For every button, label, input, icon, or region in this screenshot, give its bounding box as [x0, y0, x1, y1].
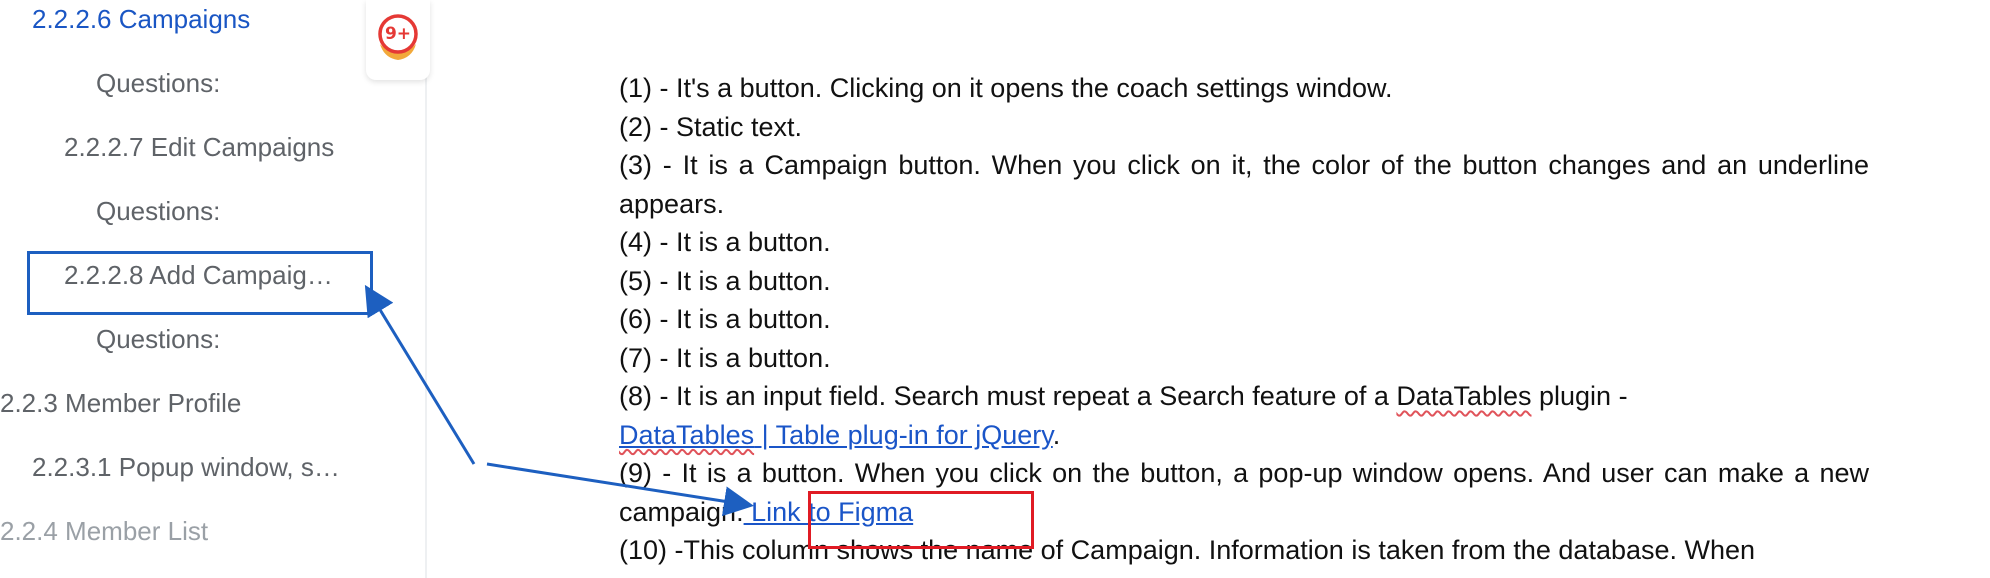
doc-line-2: (2) - Static text.	[619, 111, 803, 142]
doc-line-1: (1) - It's a button. Clicking on it open…	[619, 73, 1393, 103]
outline-item-edit-campaigns[interactable]: 2.2.2.7 Edit Campaigns	[64, 131, 334, 163]
doc-line-4: (4) - It is a button.	[619, 227, 831, 257]
figma-link-highlight-box	[808, 491, 1034, 549]
outline-highlight-box	[27, 251, 373, 315]
datatables-link-term[interactable]: DataTables	[619, 420, 754, 450]
doc-line-8-link-line: DataTables | Table plug-in for jQuery.	[619, 416, 1869, 455]
doc-line-8-suffix: plugin -	[1531, 381, 1628, 411]
doc-line-7: (7) - It is a button.	[619, 342, 831, 373]
document-outline: 2.2.2.6 Campaigns Questions: 2.2.2.7 Edi…	[0, 0, 425, 578]
notification-button[interactable]: 9+	[366, 0, 430, 80]
outline-item-questions[interactable]: Questions:	[96, 323, 220, 355]
document-body: (1) - It's a button. Clicking on it open…	[619, 69, 1869, 570]
outline-item-campaigns[interactable]: 2.2.2.6 Campaigns	[32, 3, 250, 35]
document-page: 2.2.2.6 Campaigns Questions: 2.2.2.7 Edi…	[0, 0, 1990, 578]
doc-line-6: (6) - It is a button.	[619, 304, 831, 334]
datatables-link[interactable]: DataTables | Table plug-in for jQuery	[619, 420, 1053, 450]
doc-line-8-text: (8) - It is an input field. Search must …	[619, 381, 1397, 411]
doc-line-8: (8) - It is an input field. Search must …	[619, 377, 1869, 416]
datatables-link-rest[interactable]: | Table plug-in for jQuery	[754, 420, 1053, 450]
outline-item-member-profile[interactable]: 2.2.3 Member Profile	[0, 387, 241, 419]
doc-line-9: (9) - It is a button. When you click on …	[619, 454, 1869, 531]
spellcheck-word[interactable]: DataTables	[1396, 381, 1531, 411]
outline-item-questions[interactable]: Questions:	[96, 195, 220, 227]
outline-item-member-list[interactable]: 2.2.4 Member List	[0, 515, 208, 547]
doc-line-8-period: .	[1052, 419, 1061, 450]
outline-item-popup-window[interactable]: 2.2.3.1 Popup window, s…	[32, 451, 340, 483]
doc-line-3: (3) - It is a Campaign button. When you …	[619, 150, 1869, 219]
doc-line-10: (10) -This column shows the name of Camp…	[619, 535, 1756, 565]
notification-count: 9+	[384, 24, 412, 44]
doc-line-5: (5) - It is a button.	[619, 265, 831, 296]
outline-divider	[425, 0, 427, 578]
outline-item-questions[interactable]: Questions:	[96, 67, 220, 99]
